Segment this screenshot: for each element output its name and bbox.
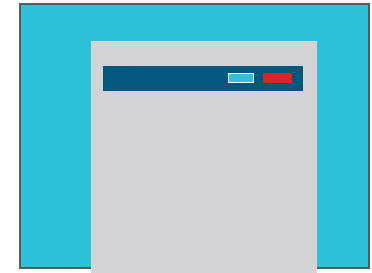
accent-button[interactable]: [228, 73, 254, 83]
panel-toolbar: [103, 66, 303, 91]
content-panel: [91, 41, 317, 273]
danger-button[interactable]: [263, 73, 292, 83]
window-frame: [19, 3, 370, 273]
